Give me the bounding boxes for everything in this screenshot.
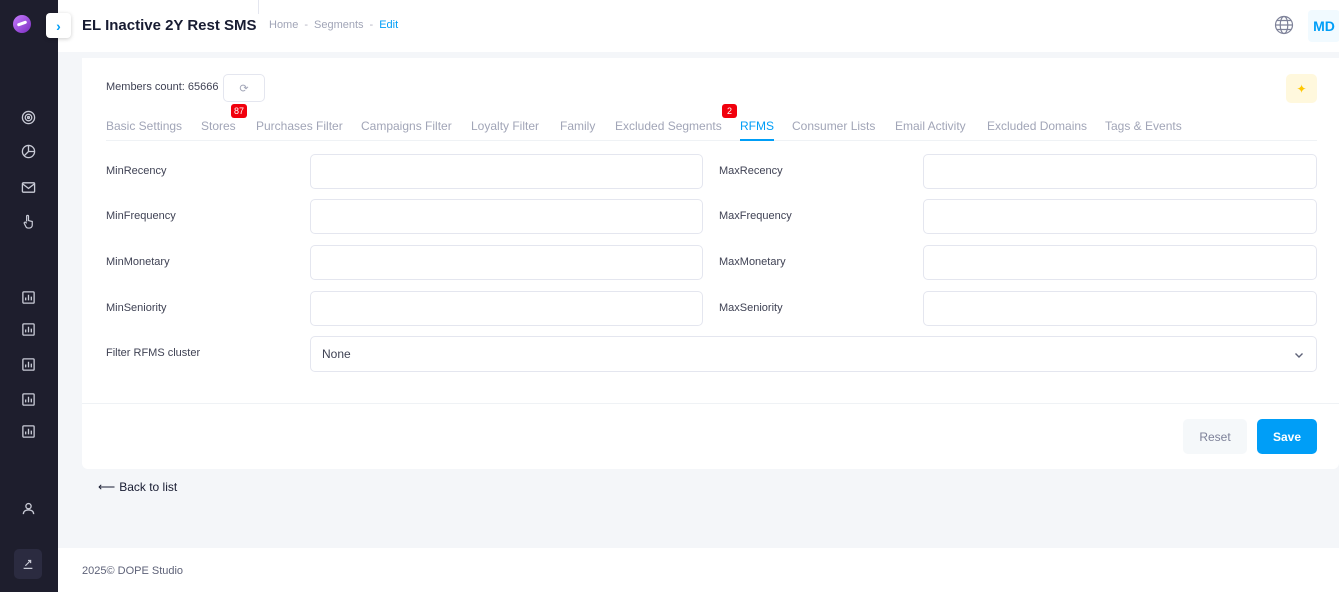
back-to-list-link[interactable]: ⟵ Back to list	[98, 480, 177, 494]
breadcrumb-segments[interactable]: Segments	[314, 19, 364, 31]
tab-campaigns-filter[interactable]: Campaigns Filter	[361, 119, 452, 141]
breadcrumb-separator: -	[369, 19, 374, 31]
sidebar	[0, 0, 58, 592]
sidebar-toggle-button[interactable]: ›	[46, 13, 71, 38]
max-seniority-input[interactable]	[923, 291, 1317, 326]
user-icon[interactable]	[19, 499, 37, 517]
hand-pointer-icon[interactable]	[19, 212, 37, 230]
max-monetary-label: MaxMonetary	[719, 256, 786, 268]
rfms-cluster-value: None	[322, 347, 351, 361]
avatar[interactable]: MD	[1308, 10, 1339, 42]
min-recency-input[interactable]	[310, 154, 703, 189]
report-icon[interactable]	[19, 355, 37, 373]
max-frequency-label: MaxFrequency	[719, 210, 792, 222]
pin-button[interactable]: ✦	[1286, 74, 1317, 103]
page-footer: 2025© DOPE Studio	[58, 548, 1339, 592]
save-button[interactable]: Save	[1257, 419, 1317, 454]
refresh-button[interactable]: ⟳	[223, 74, 265, 102]
tab-stores[interactable]: Stores	[201, 119, 236, 141]
pie-chart-icon[interactable]	[19, 142, 37, 160]
report-icon[interactable]	[19, 390, 37, 408]
tab-family[interactable]: Family	[560, 119, 595, 141]
min-frequency-label: MinFrequency	[106, 210, 176, 222]
seniority-row: MinSeniority MaxSeniority	[106, 291, 1317, 326]
min-monetary-label: MinMonetary	[106, 256, 170, 268]
app-logo[interactable]	[13, 15, 31, 33]
tab-excluded-domains[interactable]: Excluded Domains	[987, 119, 1087, 141]
max-monetary-input[interactable]	[923, 245, 1317, 280]
rfms-cluster-select[interactable]: None	[310, 336, 1317, 372]
globe-icon[interactable]	[1274, 15, 1294, 35]
min-monetary-input[interactable]	[310, 245, 703, 280]
tab-purchases-filter[interactable]: Purchases Filter	[256, 119, 343, 141]
max-recency-label: MaxRecency	[719, 165, 783, 177]
tab-consumer-lists[interactable]: Consumer Lists	[792, 119, 875, 141]
copyright-text: 2025© DOPE Studio	[82, 565, 184, 577]
breadcrumb: Home - Segments - Edit	[269, 19, 398, 31]
top-header: › EL Inactive 2Y Rest SMS Home - Segment…	[46, 0, 1339, 52]
tab-basic-settings[interactable]: Basic Settings	[106, 119, 182, 141]
breadcrumb-home[interactable]: Home	[269, 19, 298, 31]
card-footer: Reset Save	[82, 403, 1339, 469]
logout-icon[interactable]	[14, 549, 42, 579]
max-frequency-input[interactable]	[923, 199, 1317, 234]
min-seniority-input[interactable]	[310, 291, 703, 326]
frequency-row: MinFrequency MaxFrequency	[106, 199, 1317, 234]
report-icon[interactable]	[19, 320, 37, 338]
pin-icon: ✦	[1296, 81, 1307, 96]
max-seniority-label: MaxSeniority	[719, 302, 783, 314]
back-to-list-label: Back to list	[119, 480, 178, 494]
min-recency-label: MinRecency	[106, 165, 167, 177]
report-icon[interactable]	[19, 288, 37, 306]
arrow-left-icon: ⟵	[98, 480, 116, 494]
monetary-row: MinMonetary MaxMonetary	[106, 245, 1317, 280]
tab-email-activity[interactable]: Email Activity	[895, 119, 966, 141]
report-icon[interactable]	[19, 422, 37, 440]
header-divider	[258, 0, 259, 14]
chevron-down-icon	[1293, 348, 1305, 360]
min-seniority-label: MinSeniority	[106, 302, 167, 314]
segment-edit-card: Members count: 65666 ⟳ ✦ Basic Settings …	[82, 58, 1339, 469]
tab-bar: Basic Settings Stores Purchases Filter C…	[106, 119, 1317, 141]
reset-button[interactable]: Reset	[1183, 419, 1247, 454]
tab-tags-events[interactable]: Tags & Events	[1105, 119, 1182, 141]
stores-count-badge: 87	[231, 104, 248, 118]
tab-loyalty-filter[interactable]: Loyalty Filter	[471, 119, 539, 141]
cluster-row: Filter RFMS cluster None	[106, 336, 1317, 372]
min-frequency-input[interactable]	[310, 199, 703, 234]
refresh-icon: ⟳	[239, 82, 249, 95]
breadcrumb-separator: -	[304, 19, 309, 31]
max-recency-input[interactable]	[923, 154, 1317, 189]
tab-rfms[interactable]: RFMS	[740, 119, 774, 141]
recency-row: MinRecency MaxRecency	[106, 154, 1317, 189]
breadcrumb-edit: Edit	[379, 19, 399, 31]
mail-icon[interactable]	[19, 178, 37, 196]
tab-excluded-segments[interactable]: Excluded Segments	[615, 119, 722, 141]
cluster-label: Filter RFMS cluster	[106, 347, 201, 359]
target-icon[interactable]	[19, 108, 37, 126]
members-count: Members count: 65666	[106, 81, 219, 93]
excluded-segments-count-badge: 2	[722, 104, 737, 118]
page-title: EL Inactive 2Y Rest SMS	[82, 17, 257, 34]
